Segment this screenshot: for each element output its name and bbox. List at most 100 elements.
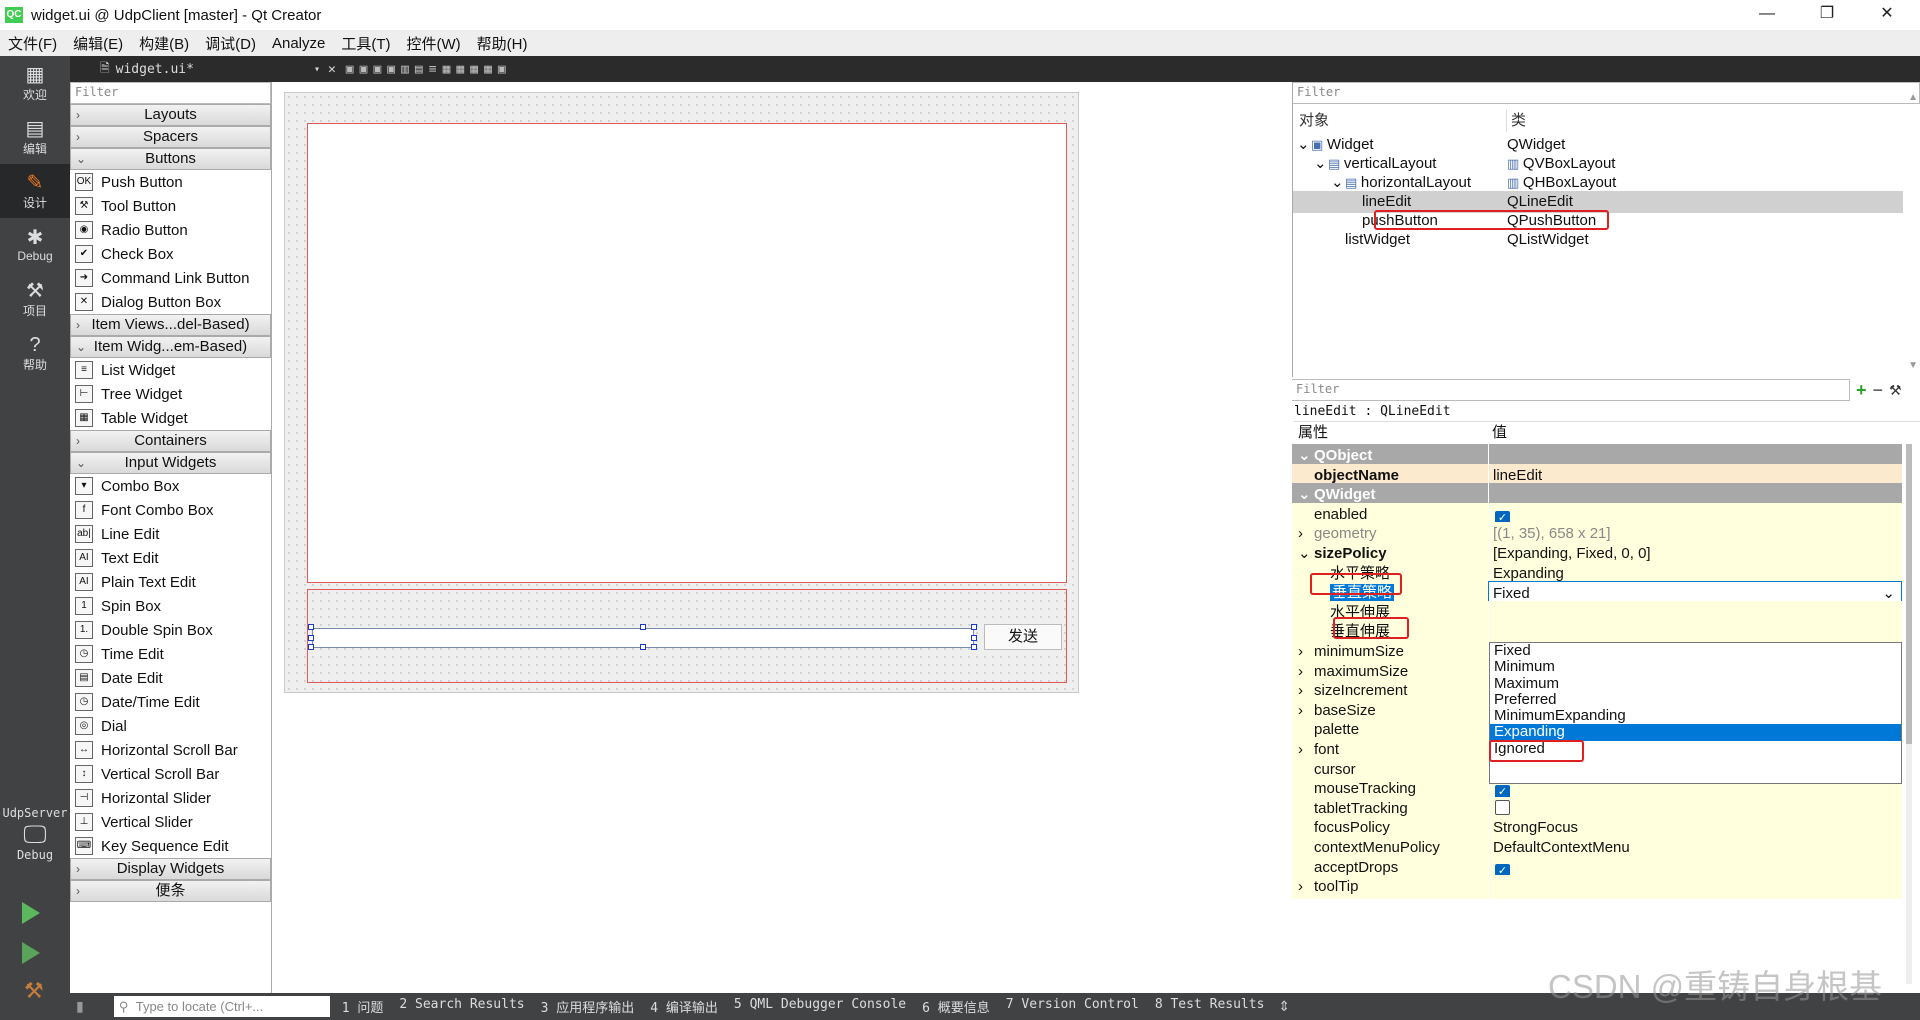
horizontal-layout[interactable]: 发送 [307,589,1067,683]
widget-item[interactable]: ➜ Command Link Button [70,266,271,290]
output-pane-tab[interactable]: 7 Version Control [998,997,1147,1016]
dropdown-option[interactable]: Fixed [1490,642,1901,659]
run-icon[interactable] [22,902,40,924]
dropdown-option[interactable]: Maximum [1490,675,1901,692]
widget-item[interactable]: ↔ Horizontal Scroll Bar [70,738,271,762]
menu-tools[interactable]: 工具(T) [333,33,398,54]
output-pane-tab[interactable]: 5 QML Debugger Console [726,997,914,1016]
property-value[interactable] [1488,875,1902,900]
widget-category[interactable]: ⌄ Buttons [70,148,271,170]
widget-item[interactable]: AI Text Edit [70,546,271,570]
widget-item[interactable]: OK Push Button [70,170,271,194]
selection-handle[interactable] [308,644,314,650]
widget-category[interactable]: › Item Views...del-Based) [70,314,271,336]
mode-projects[interactable]: ⚒ 项目 [0,272,70,326]
object-tree-row[interactable]: listWidget QListWidget [1293,229,1903,251]
widget-item[interactable]: ⊥ Vertical Slider [70,810,271,834]
property-filter-input[interactable]: Filter [1292,379,1850,401]
mode-help[interactable]: ? 帮助 [0,326,70,380]
widget-item[interactable]: ◷ Date/Time Edit [70,690,271,714]
widget-item[interactable]: ▤ Date Edit [70,666,271,690]
chevron-down-icon[interactable]: ▾ [314,64,320,75]
expand-panes-icon[interactable]: ⇕ [1278,998,1290,1015]
property-scrollbar-thumb[interactable] [1906,444,1912,744]
selection-handle[interactable] [640,644,646,650]
menu-build[interactable]: 构建(B) [131,33,197,54]
widget-item[interactable]: ↕ Vertical Scroll Bar [70,762,271,786]
widget-item[interactable]: ▦ Table Widget [70,406,271,430]
selection-handle[interactable] [640,624,646,630]
widget-item[interactable]: ⚒ Tool Button [70,194,271,218]
widget-item[interactable]: ◉ Radio Button [70,218,271,242]
remove-property-icon[interactable]: − [1873,380,1884,401]
menu-debug[interactable]: 调试(D) [197,33,264,54]
widget-category[interactable]: › 便条 [70,880,271,902]
dropdown-option[interactable]: Minimum [1490,658,1901,675]
layout-tools-icons[interactable]: ▣▣▣▣▥▤≡▦▦▦▦▣ [346,62,512,77]
widget-category[interactable]: › Display Widgets [70,858,271,880]
output-pane-tab[interactable]: 2 Search Results [391,997,532,1016]
widget-item[interactable]: 1. Double Spin Box [70,618,271,642]
widget-item[interactable]: f Font Combo Box [70,498,271,522]
selection-handle[interactable] [308,624,314,630]
widget-category[interactable]: ⌄ Input Widgets [70,452,271,474]
widget-item[interactable]: ≡ List Widget [70,358,271,382]
widget-item[interactable]: 1 Spin Box [70,594,271,618]
close-button[interactable]: ✕ [1864,0,1910,30]
widget-category[interactable]: › Layouts [70,104,271,126]
form-widget[interactable]: 发送 [284,92,1079,693]
dropdown-option[interactable]: Expanding [1490,724,1901,741]
close-document-icon[interactable]: ✕ [328,62,336,77]
menu-analyze[interactable]: Analyze [264,35,333,52]
scroll-down-icon[interactable]: ▼ [1908,360,1918,371]
menu-edit[interactable]: 编辑(E) [65,33,131,54]
send-button[interactable]: 发送 [984,624,1062,650]
widget-item[interactable]: ⊢ Tree Widget [70,382,271,406]
widget-category[interactable]: ⌄ Item Widg...em-Based) [70,336,271,358]
object-filter-input[interactable]: Filter [1293,82,1920,104]
selection-handle[interactable] [971,635,977,641]
minimize-button[interactable]: — [1744,0,1790,30]
scroll-up-icon[interactable]: ▲ [1908,92,1918,103]
vertical-policy-dropdown[interactable]: Fixed Minimum Maximum Preferred MinimumExpan… [1489,642,1902,784]
sidebar-toggle-icon[interactable]: ▮ [76,998,84,1015]
build-hammer-icon[interactable]: ⚒ [24,978,44,1004]
maximize-button[interactable]: ❐ [1804,0,1850,30]
add-property-icon[interactable]: + [1856,380,1867,401]
output-pane-tab[interactable]: 1 问题 [334,997,392,1016]
locator-input[interactable]: ⚲ Type to locate (Ctrl+... [113,996,330,1017]
widget-category[interactable]: › Containers [70,430,271,452]
mode-edit[interactable]: ▤ 编辑 [0,110,70,164]
output-pane-tab[interactable]: 4 编译输出 [642,997,726,1016]
selection-handle[interactable] [308,635,314,641]
output-pane-tab[interactable]: 3 应用程序输出 [533,997,643,1016]
widget-item[interactable]: ◷ Time Edit [70,642,271,666]
list-widget[interactable] [307,123,1067,583]
widget-item[interactable]: ▾ Combo Box [70,474,271,498]
widget-item[interactable]: ✕ Dialog Button Box [70,290,271,314]
debug-run-icon[interactable] [22,942,40,964]
menu-file[interactable]: 文件(F) [0,33,65,54]
widget-item[interactable]: ⌨ Key Sequence Edit [70,834,271,858]
unchecked-checkbox-icon[interactable] [1495,799,1510,815]
widget-item[interactable]: ⊣ Horizontal Slider [70,786,271,810]
output-pane-tab[interactable]: 8 Test Results [1147,997,1273,1016]
widget-item[interactable]: ◎ Dial [70,714,271,738]
mode-design[interactable]: ✎ 设计 [0,164,70,218]
mode-debug[interactable]: ✱ Debug [0,218,70,272]
selection-handle[interactable] [971,624,977,630]
widget-filter-input[interactable]: Filter [70,82,271,104]
kit-selector[interactable]: UdpServer 🖵 Debug [0,806,70,862]
property-row[interactable]: › toolTip [1292,875,1902,900]
widget-item[interactable]: ✔ Check Box [70,242,271,266]
menu-controls[interactable]: 控件(W) [399,33,469,54]
wrench-icon[interactable]: ⚒ [1889,382,1902,399]
menu-help[interactable]: 帮助(H) [469,33,536,54]
mode-welcome[interactable]: ▦ 欢迎 [0,56,70,110]
dropdown-option[interactable]: MinimumExpanding [1490,707,1901,724]
open-document-tab[interactable]: widget.ui* [116,62,194,77]
widget-item[interactable]: AI Plain Text Edit [70,570,271,594]
widget-category[interactable]: › Spacers [70,126,271,148]
dropdown-option[interactable]: Preferred [1490,691,1901,708]
output-pane-tab[interactable]: 6 概要信息 [914,997,998,1016]
